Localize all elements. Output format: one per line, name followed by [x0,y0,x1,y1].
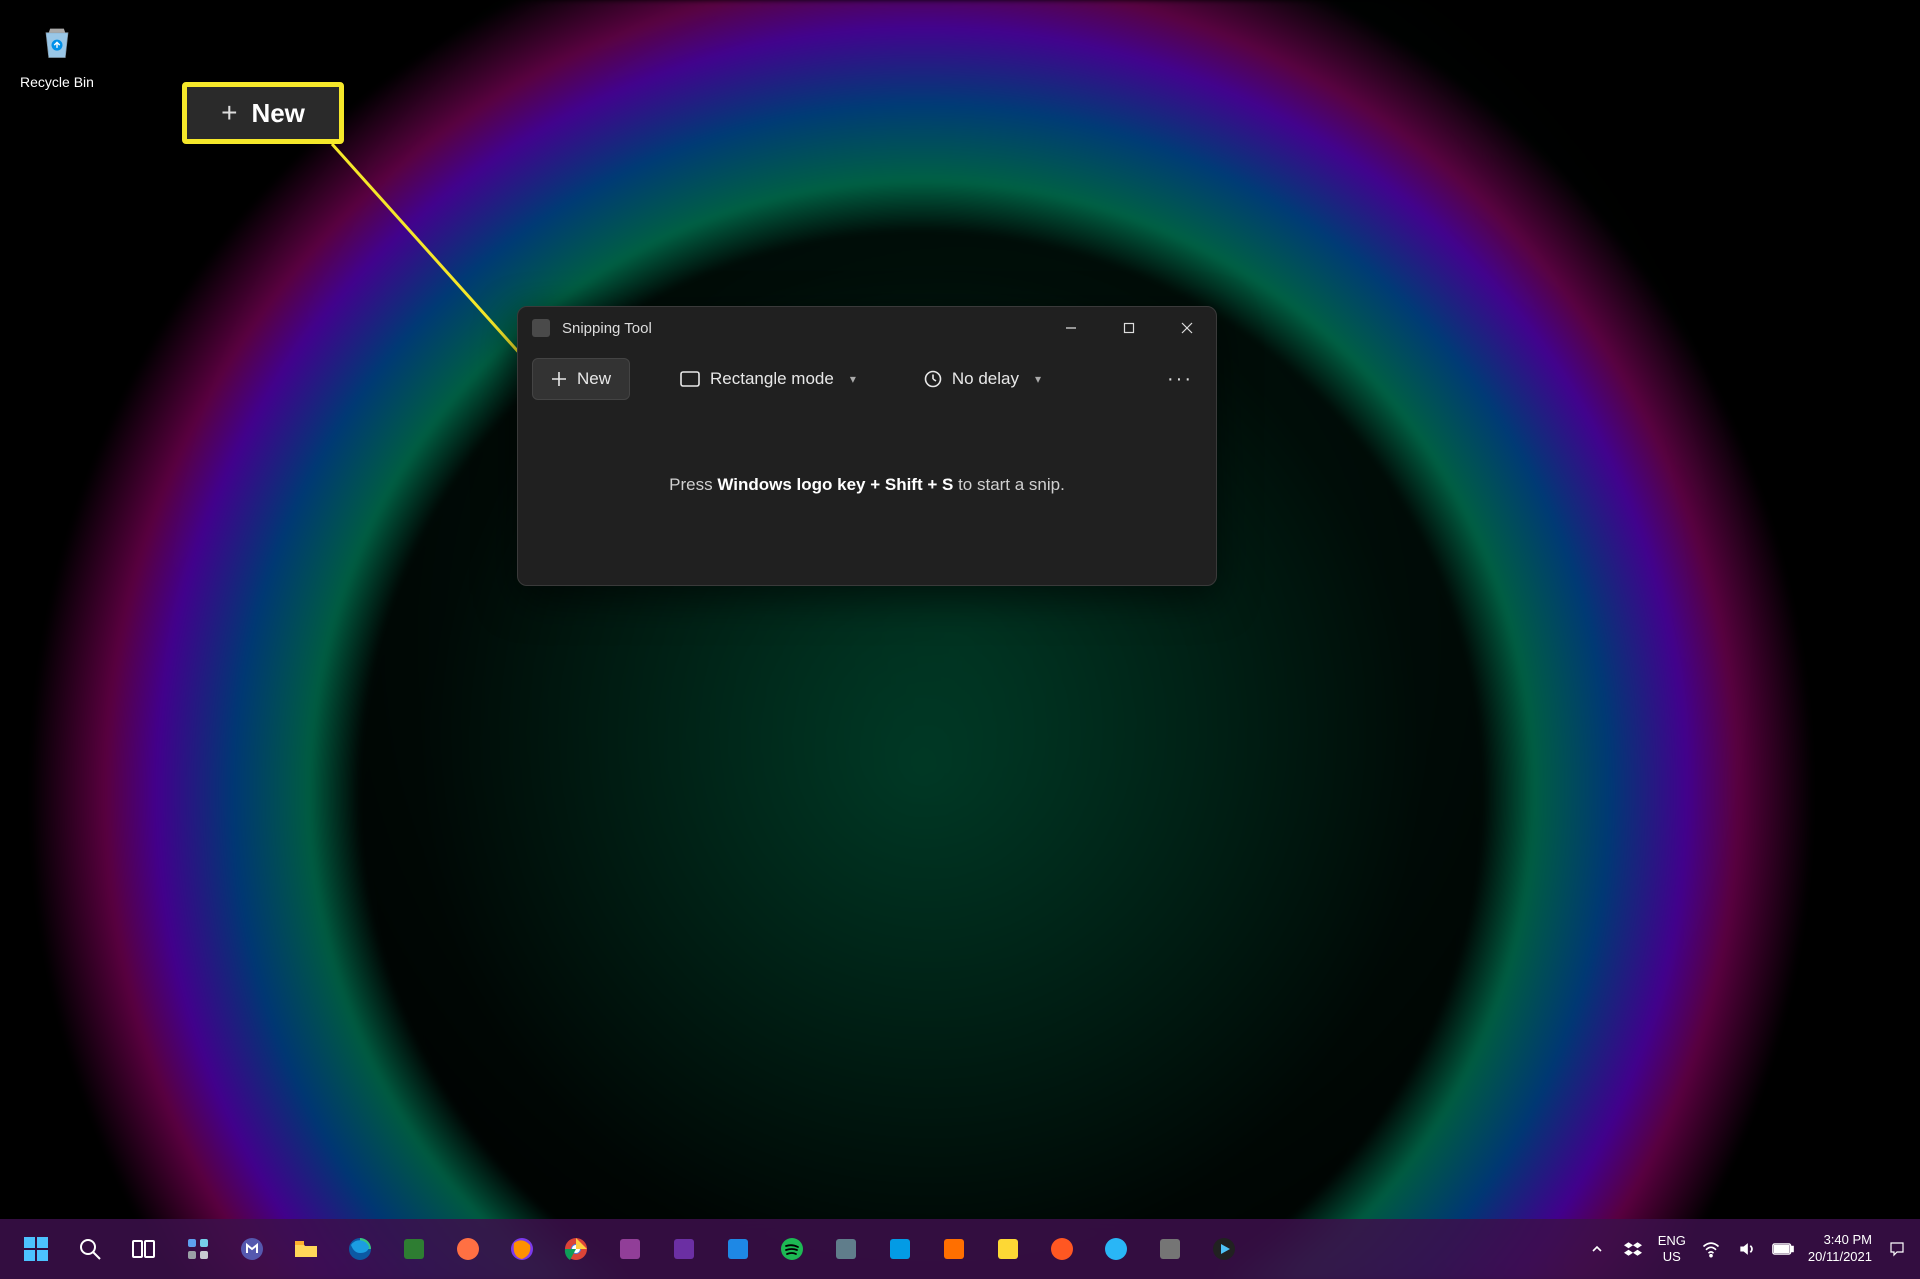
desktop-wallpaper [0,0,1920,1279]
taskbar-app-icon[interactable] [1092,1225,1140,1273]
delay-label: No delay [952,369,1019,389]
firefox-button[interactable] [498,1225,546,1273]
tray-overflow-button[interactable] [1586,1238,1608,1260]
clock-time: 3:40 PM [1808,1232,1872,1249]
ellipsis-icon: ··· [1167,368,1193,391]
start-button[interactable] [12,1225,60,1273]
taskbar-app-icon[interactable] [930,1225,978,1273]
rectangle-icon [680,371,700,387]
window-title: Snipping Tool [562,320,1042,337]
chevron-down-icon: ▾ [850,372,856,386]
taskbar-app-icon[interactable] [1200,1225,1248,1273]
recycle-bin-icon [30,14,84,68]
window-close-button[interactable] [1158,307,1216,349]
spotify-button[interactable] [768,1225,816,1273]
widgets-button[interactable] [174,1225,222,1273]
new-snip-button[interactable]: New [532,358,630,400]
lang-region: US [1658,1249,1686,1265]
dropbox-tray-icon[interactable] [1622,1238,1644,1260]
taskbar-app-icon[interactable] [714,1225,762,1273]
system-clock[interactable]: 3:40 PM 20/11/2021 [1808,1232,1872,1266]
delay-dropdown[interactable]: No delay ▾ [906,359,1059,399]
plus-icon [551,371,567,387]
taskbar-app-icon[interactable] [390,1225,438,1273]
notifications-button[interactable] [1886,1238,1908,1260]
snip-mode-dropdown[interactable]: Rectangle mode ▾ [662,359,874,399]
taskbar-app-icon[interactable] [444,1225,492,1273]
chat-button[interactable] [228,1225,276,1273]
task-view-button[interactable] [120,1225,168,1273]
taskbar-app-icon[interactable] [1146,1225,1194,1273]
window-minimize-button[interactable] [1042,307,1100,349]
file-explorer-button[interactable] [282,1225,330,1273]
new-button-label: New [577,369,611,389]
more-options-button[interactable]: ··· [1158,357,1202,401]
snip-hint-text: Press Windows logo key + Shift + S to st… [518,475,1216,495]
callout-label: New [251,98,304,129]
clock-date: 20/11/2021 [1808,1249,1872,1266]
lang-code: ENG [1658,1233,1686,1249]
window-maximize-button[interactable] [1100,307,1158,349]
window-titlebar[interactable]: Snipping Tool [518,307,1216,349]
clock-icon [924,370,942,388]
taskbar-app-icon[interactable] [606,1225,654,1273]
recycle-bin-desktop-icon[interactable]: Recycle Bin [18,14,96,90]
taskbar-app-icon[interactable] [822,1225,870,1273]
language-indicator[interactable]: ENG US [1658,1233,1686,1264]
taskbar-app-icon[interactable] [1038,1225,1086,1273]
edge-button[interactable] [336,1225,384,1273]
battery-tray-icon[interactable] [1772,1238,1794,1260]
taskbar-app-icon[interactable] [876,1225,924,1273]
search-button[interactable] [66,1225,114,1273]
plus-icon: + [221,97,237,129]
snipping-tool-window: Snipping Tool New Rectangle mode ▾ [517,306,1217,586]
snipping-tool-app-icon [532,319,550,337]
taskbar-app-icon[interactable] [984,1225,1032,1273]
wifi-tray-icon[interactable] [1700,1238,1722,1260]
callout-new-button: + New [182,82,344,144]
taskbar-app-icon[interactable] [660,1225,708,1273]
mode-label: Rectangle mode [710,369,834,389]
taskbar: ENG US 3:40 PM 20/11/2021 [0,1219,1920,1279]
recycle-bin-label: Recycle Bin [18,74,96,90]
volume-tray-icon[interactable] [1736,1238,1758,1260]
chevron-down-icon: ▾ [1035,372,1041,386]
chrome-button[interactable] [552,1225,600,1273]
snipping-tool-toolbar: New Rectangle mode ▾ No delay ▾ ··· [518,349,1216,415]
